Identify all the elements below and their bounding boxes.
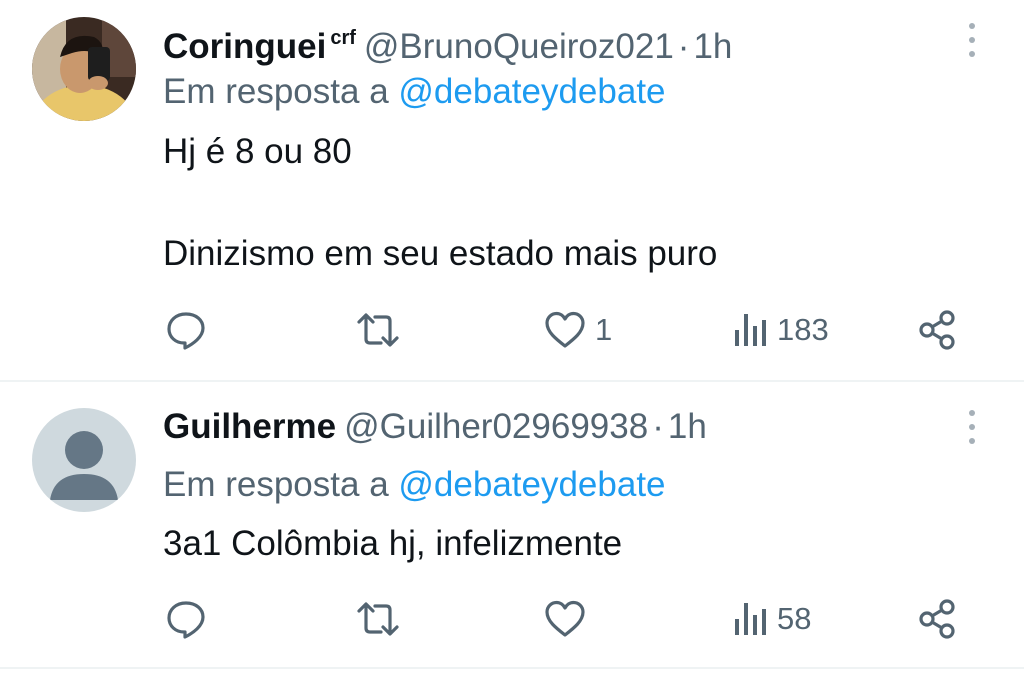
reply-prefix: Em resposta a [163,72,389,111]
avatar[interactable] [32,17,136,121]
tweet-1[interactable]: Coringuei crf @BrunoQueiroz021 · 1h Em respo… [0,0,1024,380]
views-count: 58 [777,601,812,636]
views-count: 183 [777,312,829,347]
reply-icon [167,312,205,350]
tweet-2[interactable]: Guilherme @Guilher02969938 · 1h Em resposta… [0,383,1024,667]
author-handle[interactable]: @Guilher02969938 [344,407,648,446]
reply-context: Em resposta a @debateydebate [163,72,666,112]
divider [0,380,1024,382]
tweet-text-line: 3a1 Colômbia hj, infelizmente [163,524,623,563]
like-button[interactable]: 1 [543,305,612,355]
views-button[interactable]: 183 [733,305,829,355]
share-button[interactable] [916,594,960,644]
more-icon[interactable] [962,407,982,447]
retweet-icon [357,602,399,636]
reply-prefix: Em resposta a [163,465,389,504]
reply-button[interactable] [164,305,208,355]
share-icon [919,599,955,639]
views-button[interactable]: 58 [733,594,811,644]
like-count: 1 [595,312,613,347]
reply-button[interactable] [164,594,208,644]
avatar[interactable] [32,408,136,512]
views-icon [735,314,766,346]
retweet-button[interactable] [354,594,402,644]
author-flair: crf [330,27,356,49]
tweet-text-line: Dinizismo em seu estado mais puro [163,234,718,273]
tweet-header: Coringuei crf @BrunoQueiroz021 · 1h [163,18,732,67]
more-icon[interactable] [962,20,982,60]
separator: · [677,27,690,66]
reply-context: Em resposta a @debateydebate [163,465,666,505]
tweet-text-line: Hj é 8 ou 80 [163,132,352,171]
reply-mention-link[interactable]: @debateydebate [398,72,665,111]
share-icon [919,310,955,350]
timestamp[interactable]: 1h [693,27,732,66]
author-handle[interactable]: @BrunoQueiroz021 [364,27,674,66]
author-name[interactable]: Coringuei [163,27,326,66]
reply-mention-link[interactable]: @debateydebate [398,465,665,504]
author-name[interactable]: Guilherme [163,407,336,446]
retweet-button[interactable] [354,305,402,355]
heart-icon [545,311,585,348]
timestamp[interactable]: 1h [668,407,707,446]
tweet-header: Guilherme @Guilher02969938 · 1h [163,407,707,447]
heart-icon [545,600,585,637]
share-button[interactable] [916,305,960,355]
views-icon [735,603,766,635]
like-button[interactable] [543,594,587,644]
separator: · [652,407,664,446]
action-bar: 58 [0,594,1024,644]
reply-icon [167,601,205,639]
divider [0,667,1024,669]
retweet-icon [357,313,399,347]
action-bar: 1 183 [0,305,1024,355]
